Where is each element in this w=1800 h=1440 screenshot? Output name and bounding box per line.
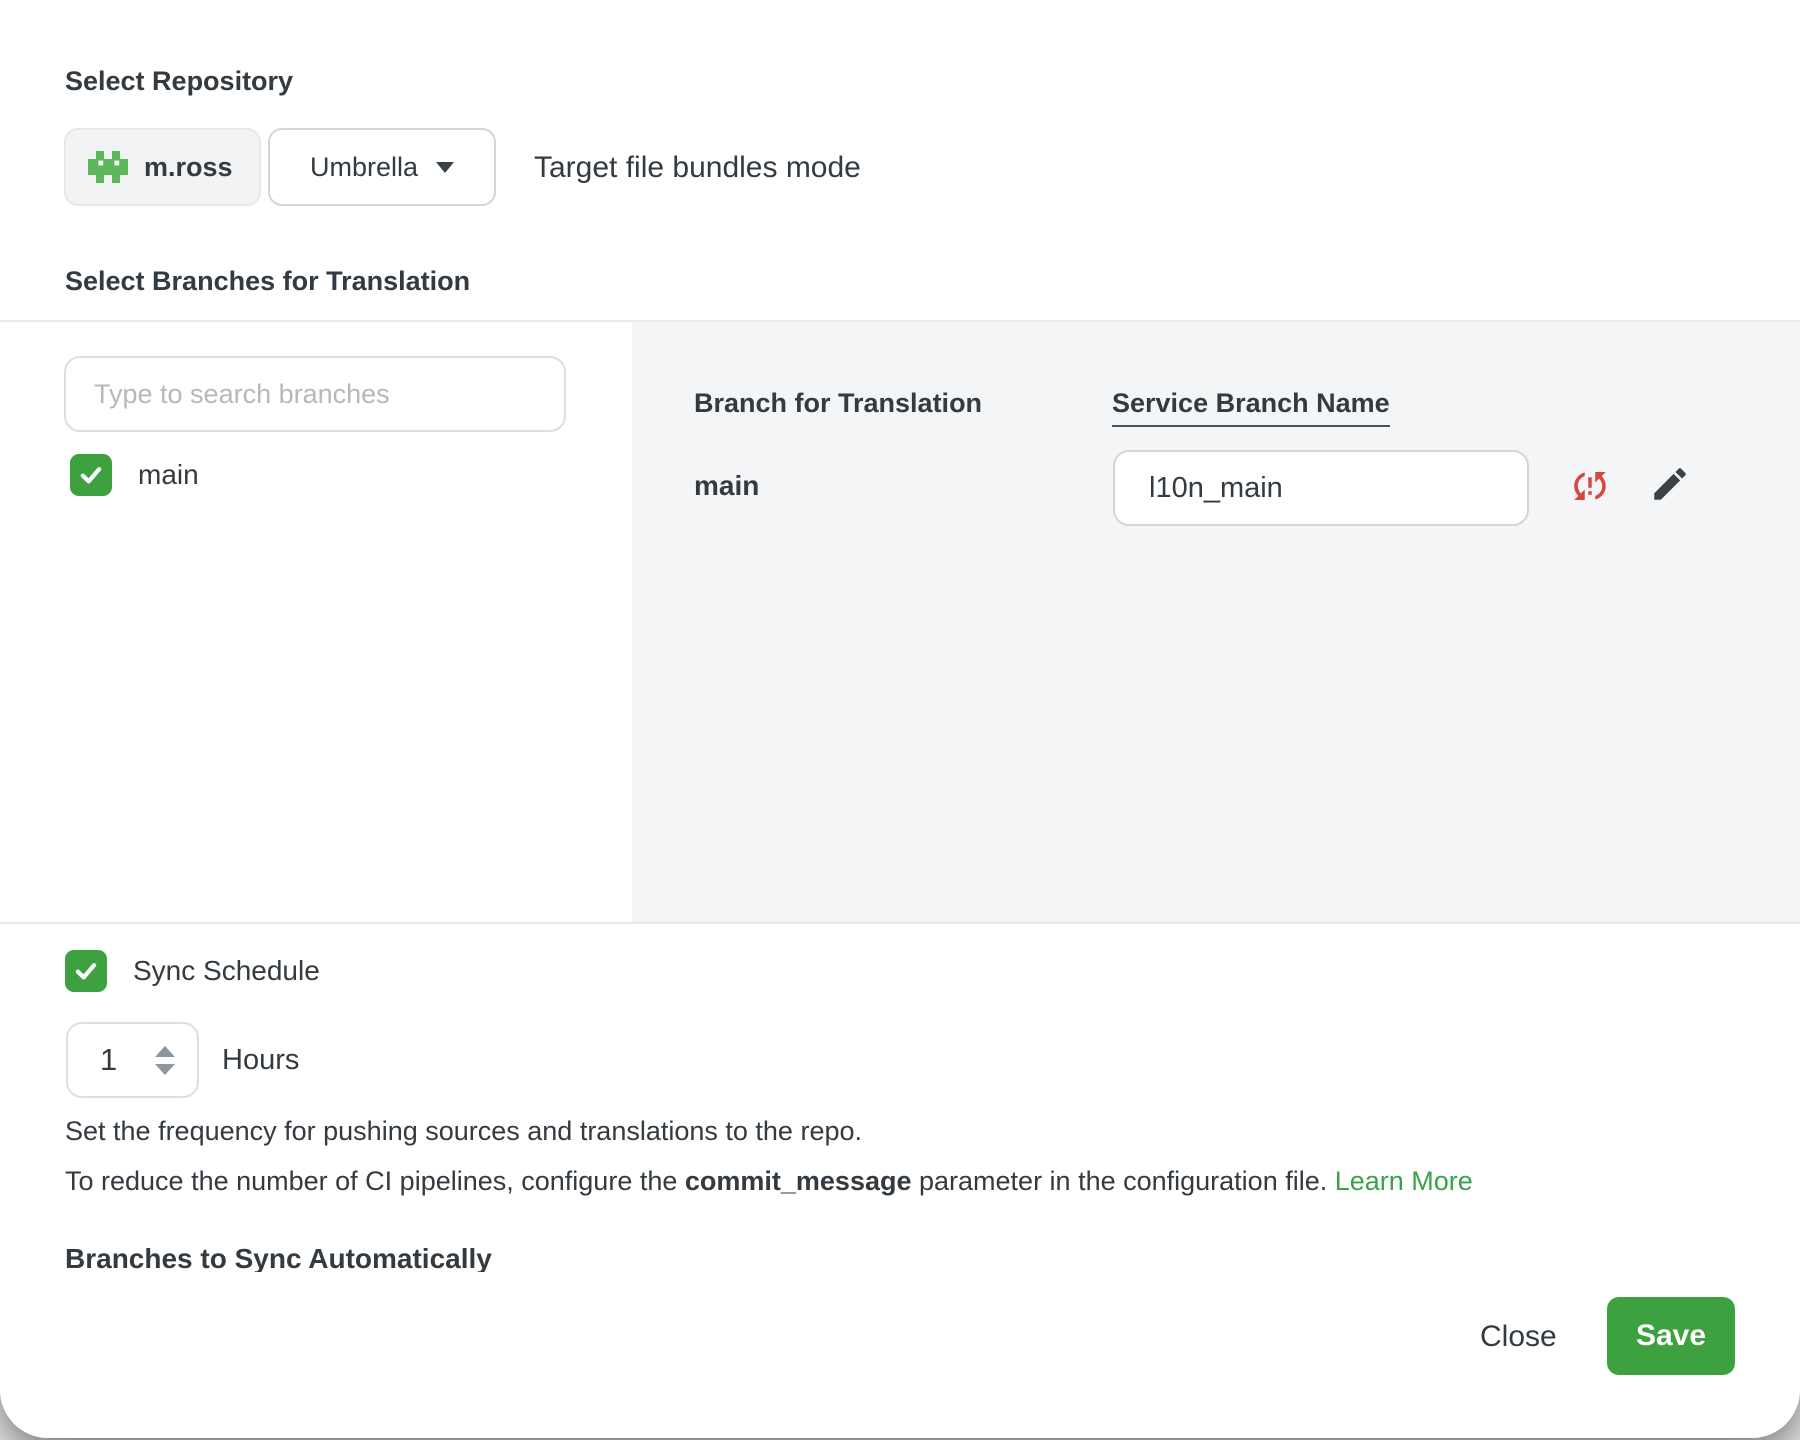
interval-stepper[interactable]: 1 bbox=[66, 1022, 199, 1098]
interval-unit-label: Hours bbox=[222, 1044, 299, 1077]
interval-value: 1 bbox=[100, 1042, 117, 1078]
close-button[interactable]: Close bbox=[1455, 1310, 1582, 1364]
repo-settings-modal: Select Repository m.ross Umbrella Target… bbox=[0, 0, 1800, 1438]
branch-checkbox-checked[interactable] bbox=[70, 454, 112, 496]
ci-hint-suffix: parameter in the configuration file. bbox=[912, 1166, 1335, 1196]
column-header-service-branch[interactable]: Service Branch Name bbox=[1112, 388, 1390, 427]
stepper-up-icon[interactable] bbox=[155, 1046, 175, 1057]
column-header-branch: Branch for Translation bbox=[694, 388, 982, 419]
section-divider bbox=[0, 922, 1800, 924]
project-dropdown-value: Umbrella bbox=[310, 152, 418, 183]
project-dropdown[interactable]: Umbrella bbox=[268, 128, 496, 206]
sync-schedule-label: Sync Schedule bbox=[133, 955, 320, 987]
save-button[interactable]: Save bbox=[1607, 1297, 1735, 1375]
select-branches-title: Select Branches for Translation bbox=[65, 266, 470, 297]
repository-name: m.ross bbox=[144, 152, 233, 183]
ci-hint-prefix: To reduce the number of CI pipelines, co… bbox=[65, 1166, 685, 1196]
branch-label: main bbox=[138, 459, 199, 491]
sync-schedule-checkbox-checked[interactable] bbox=[65, 950, 107, 992]
edit-pencil-icon[interactable] bbox=[1648, 462, 1692, 506]
chevron-down-icon bbox=[436, 162, 454, 173]
target-mode-label: Target file bundles mode bbox=[534, 151, 861, 185]
stepper-arrows-icon[interactable] bbox=[155, 1046, 175, 1075]
repository-button[interactable]: m.ross bbox=[64, 128, 261, 206]
ci-hint-param: commit_message bbox=[685, 1166, 912, 1196]
branch-list-item-main[interactable]: main bbox=[70, 454, 199, 496]
sync-problem-icon[interactable] bbox=[1568, 464, 1612, 508]
stepper-down-icon[interactable] bbox=[155, 1064, 175, 1075]
branches-auto-sync-title: Branches to Sync Automatically bbox=[65, 1242, 492, 1272]
learn-more-link[interactable]: Learn More bbox=[1335, 1166, 1473, 1196]
repo-identicon-icon bbox=[88, 150, 128, 184]
ci-hint-text: To reduce the number of CI pipelines, co… bbox=[65, 1166, 1473, 1197]
frequency-hint-text: Set the frequency for pushing sources an… bbox=[65, 1116, 862, 1147]
service-branch-input[interactable] bbox=[1113, 450, 1529, 526]
branch-search-input[interactable] bbox=[64, 356, 566, 432]
sync-schedule-toggle[interactable]: Sync Schedule bbox=[65, 950, 320, 992]
select-repository-title: Select Repository bbox=[65, 66, 293, 97]
table-row-branch-name: main bbox=[694, 470, 759, 502]
